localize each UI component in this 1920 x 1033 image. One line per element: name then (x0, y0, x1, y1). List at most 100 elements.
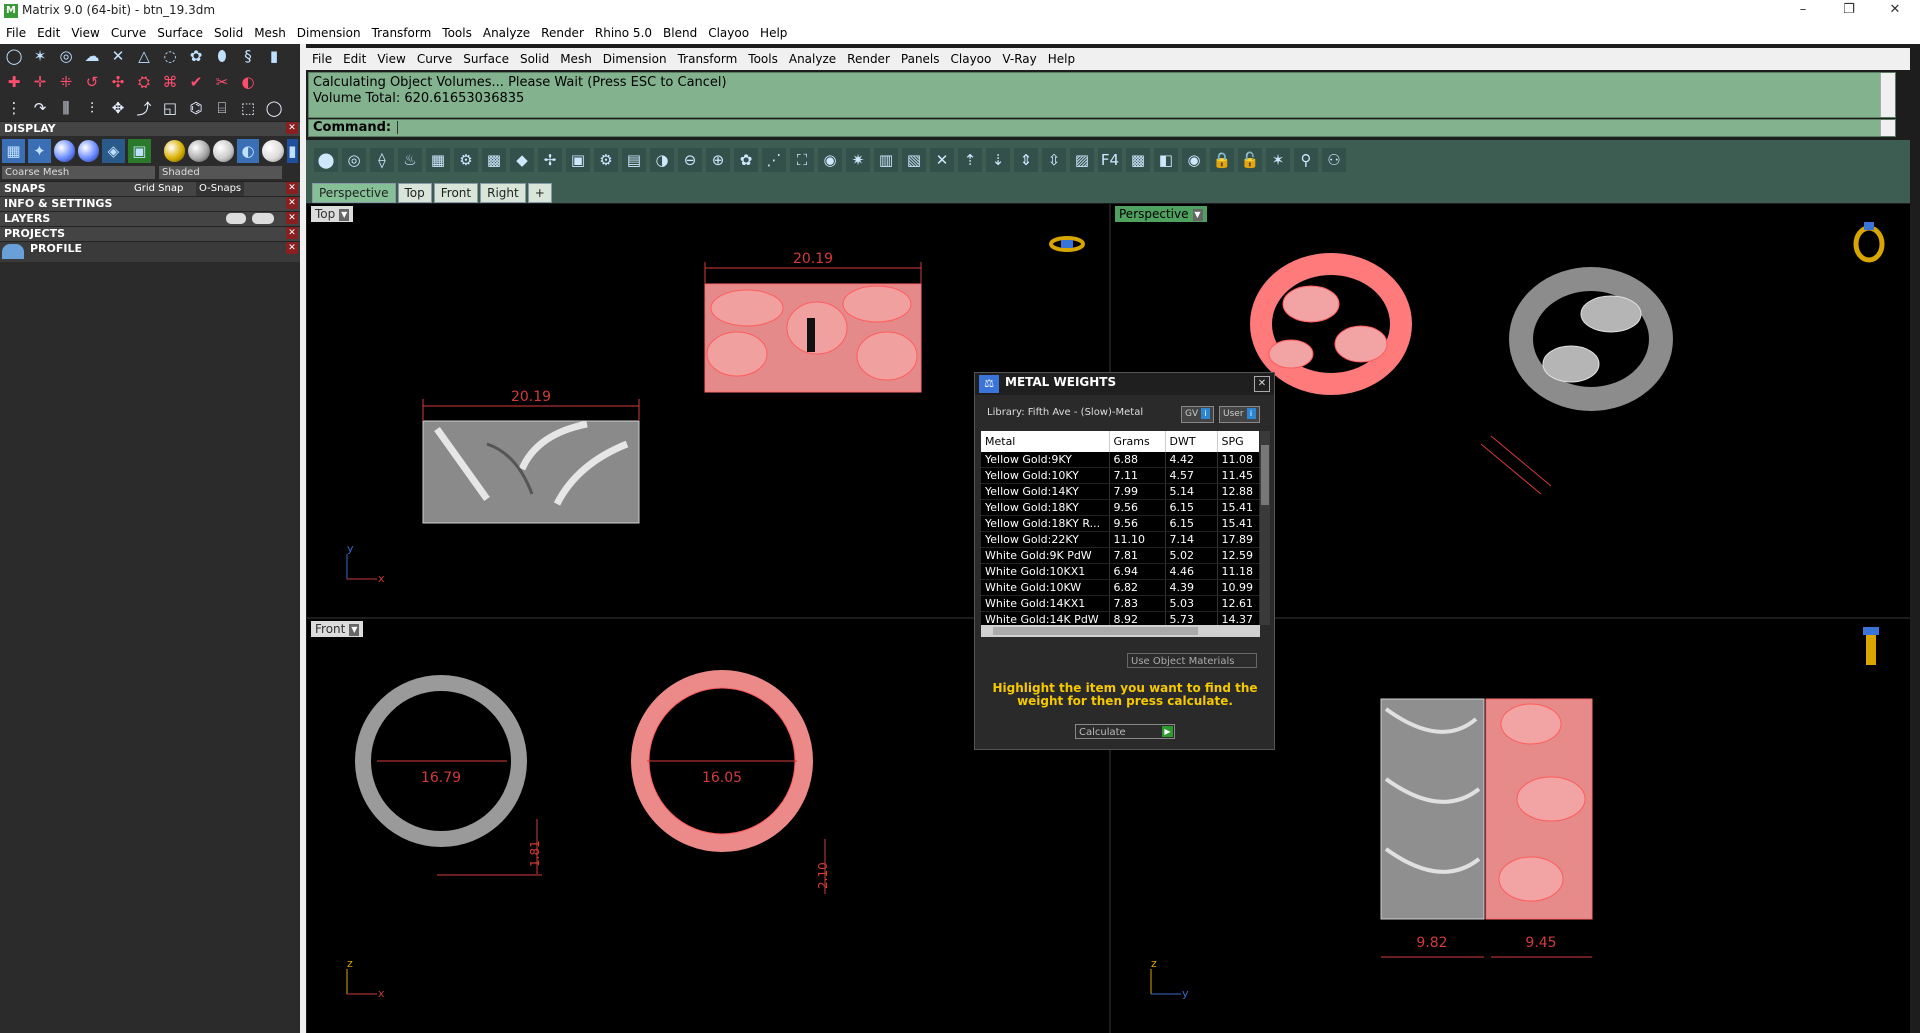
metal-weights-header[interactable]: ⚖ METAL WEIGHTS ✕ (975, 373, 1274, 395)
main-menu-help[interactable]: Help (754, 22, 792, 44)
rhino-tool-15-icon[interactable]: ⊕ (706, 148, 730, 172)
main-menu-blend[interactable]: Blend (657, 22, 702, 44)
snaps-close-icon[interactable]: ✕ (286, 182, 298, 194)
tbrow3-tool-1-icon[interactable]: ⋮ (2, 96, 26, 120)
table-row[interactable]: White Gold:10KW 6.82 4.39 10.99 (981, 579, 1259, 596)
sub-menu-dimension[interactable]: Dimension (597, 48, 672, 70)
rhino-tool-12-icon[interactable]: ▤ (622, 148, 646, 172)
main-menu-dimension[interactable]: Dimension (291, 22, 366, 44)
shade-mode-select[interactable]: Shaded (159, 166, 282, 179)
close-icon[interactable]: ✕ (1254, 376, 1270, 392)
rhino-tool-18-icon[interactable]: ⛶ (790, 148, 814, 172)
vscroll-thumb[interactable] (1261, 445, 1269, 505)
tbrow1-tool-1-icon[interactable]: ◯ (2, 44, 26, 68)
rhino-tool-5-icon[interactable]: ▦ (426, 148, 450, 172)
command-line[interactable]: Command: (308, 119, 1896, 137)
tbrow1-tool-11-icon[interactable]: ▮ (262, 44, 286, 68)
tbrow1-tool-8-icon[interactable]: ✿ (184, 44, 208, 68)
use-object-materials-button[interactable]: Use Object Materials (1127, 653, 1257, 668)
rhino-tool-11-icon[interactable]: ⚙ (594, 148, 618, 172)
table-row[interactable]: White Gold:14KX1 7.83 5.03 12.61 (981, 595, 1259, 612)
table-row[interactable]: White Gold:10KX1 6.94 4.46 11.18 (981, 563, 1259, 580)
display-expand-icon[interactable]: ▮ (286, 139, 298, 163)
projects-close-icon[interactable]: ✕ (286, 227, 298, 239)
sub-menu-render[interactable]: Render (841, 48, 895, 70)
sub-menu-tools[interactable]: Tools (742, 48, 783, 70)
table-row[interactable]: White Gold:14K PdW 8.92 5.73 14.37 (981, 611, 1259, 625)
tbrow3-tool-8-icon[interactable]: ⌬ (184, 96, 208, 120)
tab-front[interactable]: Front (433, 183, 479, 203)
rhino-tool-24-icon[interactable]: ⇡ (958, 148, 982, 172)
tbrow3-tool-9-icon[interactable]: ⌸ (210, 96, 234, 120)
sub-menu-v-ray[interactable]: V-Ray (996, 48, 1041, 70)
sub-menu-transform[interactable]: Transform (672, 48, 743, 70)
sub-menu-clayoo[interactable]: Clayoo (945, 48, 997, 70)
profile-section-header[interactable]: PROFILE ✕ (0, 241, 300, 262)
tbrow3-tool-7-icon[interactable]: ◱ (158, 96, 182, 120)
tbrow3-tool-3-icon[interactable]: ⫼ (54, 96, 78, 120)
tbrow3-tool-6-icon[interactable]: ⤴ (132, 96, 156, 120)
main-menu-analyze[interactable]: Analyze (477, 22, 535, 44)
sub-menu-analyze[interactable]: Analyze (783, 48, 841, 70)
rhino-tool-31-icon[interactable]: ◧ (1154, 148, 1178, 172)
tbrow2-tool-10-icon[interactable]: ◐ (236, 70, 260, 94)
rhino-tool-35-icon[interactable]: ✶ (1266, 148, 1290, 172)
tbrow3-tool-2-icon[interactable]: ↷ (28, 96, 52, 120)
info-section-header[interactable]: INFO & SETTINGS ✕ (0, 196, 300, 211)
hscroll-thumb[interactable] (993, 627, 1198, 635)
table-row[interactable]: White Gold:9K PdW 7.81 5.02 12.59 (981, 547, 1259, 564)
column-header-spg[interactable]: SPG (1217, 431, 1259, 452)
user-button[interactable]: User i (1219, 406, 1260, 423)
screenshot-icon[interactable]: ▣ (127, 139, 151, 163)
rhino-tool-6-icon[interactable]: ⚙ (454, 148, 478, 172)
rhino-tool-26-icon[interactable]: ⇕ (1014, 148, 1038, 172)
main-menu-edit[interactable]: Edit (31, 22, 65, 44)
tab-perspective[interactable]: Perspective (312, 183, 396, 203)
rhino-tool-3-icon[interactable]: ⟠ (370, 148, 394, 172)
environment-icon[interactable]: ◐ (236, 139, 260, 163)
minimize-button[interactable]: – (1780, 0, 1826, 22)
rhino-tool-29-icon[interactable]: F4 (1098, 148, 1122, 172)
rhino-tool-37-icon[interactable]: ⚇ (1322, 148, 1346, 172)
tbrow1-tool-5-icon[interactable]: ✕ (106, 44, 130, 68)
rhino-tool-20-icon[interactable]: ✷ (846, 148, 870, 172)
main-menu-rhino-5-0[interactable]: Rhino 5.0 (589, 22, 657, 44)
gold-material-icon[interactable] (164, 140, 186, 162)
display-close-icon[interactable]: ✕ (286, 122, 298, 134)
main-menu-render[interactable]: Render (535, 22, 589, 44)
column-header-grams[interactable]: Grams (1109, 431, 1166, 452)
silver-material-icon[interactable] (188, 140, 210, 162)
xray-view-icon[interactable]: ◈ (101, 139, 125, 163)
table-row[interactable]: Yellow Gold:9KY 6.88 4.42 11.08 (981, 452, 1259, 468)
rendered-sphere-icon[interactable] (77, 140, 99, 162)
tbrow1-tool-7-icon[interactable]: ◌ (158, 44, 182, 68)
sub-menu-curve[interactable]: Curve (411, 48, 457, 70)
rhino-tool-14-icon[interactable]: ⊖ (678, 148, 702, 172)
sub-menu-file[interactable]: File (306, 48, 337, 70)
ghosted-view-icon[interactable]: ✦ (27, 139, 51, 163)
tbrow2-tool-1-icon[interactable]: ✚ (2, 70, 26, 94)
tbrow2-tool-2-icon[interactable]: ✛ (28, 70, 52, 94)
tbrow1-tool-6-icon[interactable]: △ (132, 44, 156, 68)
restore-button[interactable]: ❐ (1826, 0, 1872, 22)
main-menu-curve[interactable]: Curve (105, 22, 151, 44)
calculate-button[interactable]: Calculate ▶ (1075, 724, 1175, 739)
tbrow1-tool-9-icon[interactable]: ⬮ (210, 44, 234, 68)
tbrow3-tool-5-icon[interactable]: ✥ (106, 96, 130, 120)
table-row[interactable]: Yellow Gold:18KY 9.56 6.15 15.41 (981, 499, 1259, 516)
osnaps-toggle[interactable]: O-Snaps (196, 182, 245, 196)
wireframe-view-icon[interactable]: ▦ (2, 139, 25, 163)
rhino-tool-9-icon[interactable]: ✢ (538, 148, 562, 172)
rhino-tool-36-icon[interactable]: ⚲ (1294, 148, 1318, 172)
tbrow1-tool-2-icon[interactable]: ✶ (28, 44, 52, 68)
rhino-tool-28-icon[interactable]: ▨ (1070, 148, 1094, 172)
rhino-tool-34-icon[interactable]: 🔓 (1238, 148, 1262, 172)
tbrow1-tool-3-icon[interactable]: ◎ (54, 44, 78, 68)
layers-close-icon[interactable]: ✕ (286, 212, 298, 224)
rhino-tool-23-icon[interactable]: ✕ (930, 148, 954, 172)
rhino-tool-1-icon[interactable]: ⬤ (314, 148, 338, 172)
rhino-tool-17-icon[interactable]: ⋰ (762, 148, 786, 172)
main-menu-transform[interactable]: Transform (366, 22, 437, 44)
white-material-icon[interactable] (262, 140, 284, 162)
tbrow2-tool-7-icon[interactable]: ⌘ (158, 70, 182, 94)
